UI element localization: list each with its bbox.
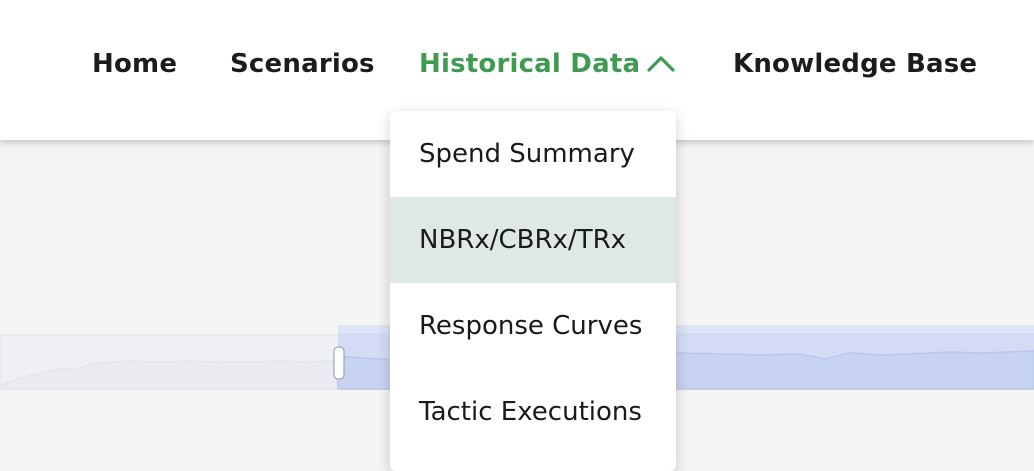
- chevron-up-icon[interactable]: [646, 52, 676, 74]
- menu-item-tactic-executions[interactable]: Tactic Executions: [390, 369, 676, 455]
- nav-home[interactable]: Home: [92, 44, 177, 84]
- menu-item-nbrx-cbrx-trx[interactable]: NBRx/CBRx/TRx: [390, 197, 676, 283]
- nav-historical-data[interactable]: Historical Data: [419, 44, 640, 84]
- menu-item-spend-summary[interactable]: Spend Summary: [390, 111, 676, 197]
- menu-item-response-curves[interactable]: Response Curves: [390, 283, 676, 369]
- historical-data-dropdown-menu: Spend Summary NBRx/CBRx/TRx Response Cur…: [390, 111, 676, 471]
- nav-knowledge-base[interactable]: Knowledge Base: [733, 44, 977, 84]
- range-left-handle[interactable]: [333, 346, 345, 380]
- nav-scenarios[interactable]: Scenarios: [230, 44, 375, 84]
